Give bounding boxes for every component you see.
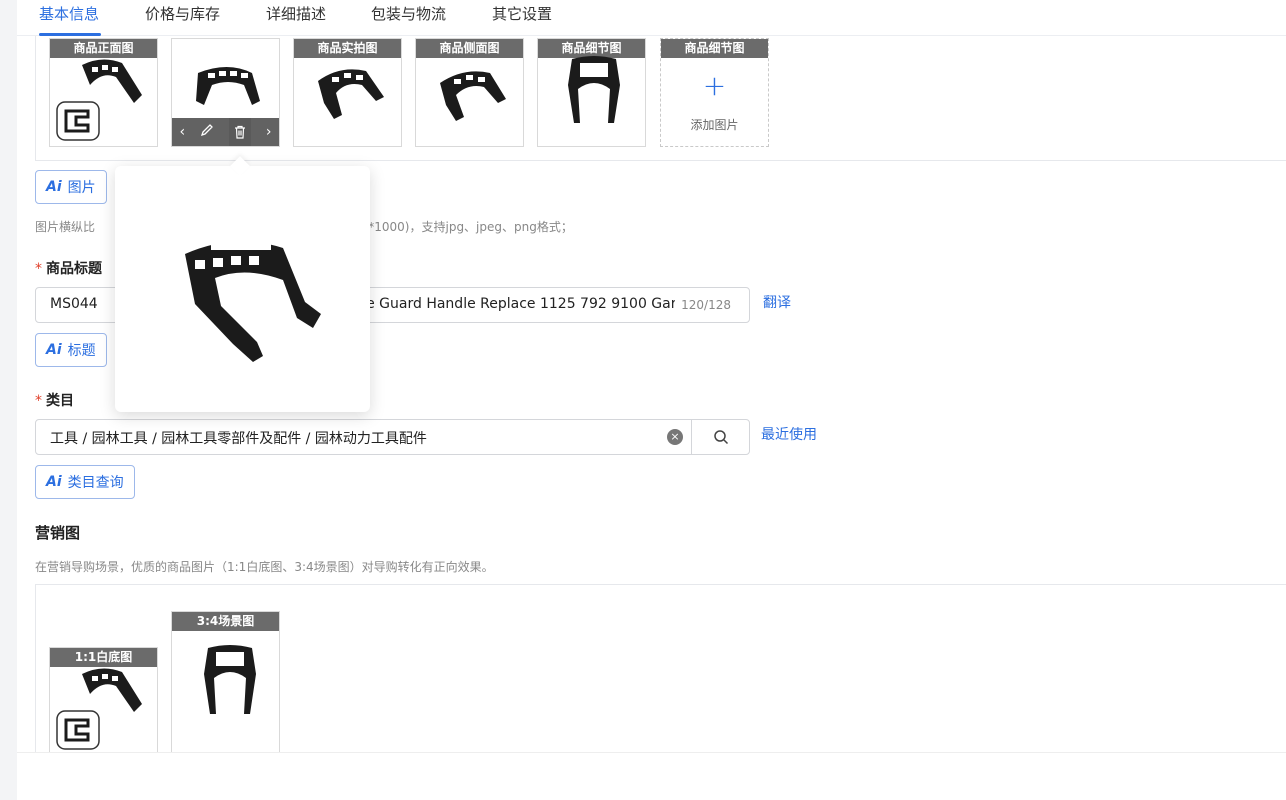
recent-used-link[interactable]: 最近使用 [761, 424, 817, 444]
delete-icon[interactable] [228, 118, 251, 146]
ai-icon: Ai [46, 179, 62, 195]
page-footer [17, 752, 1286, 800]
search-icon [713, 430, 728, 445]
ai-category-label: 类目查询 [67, 475, 124, 491]
category-input[interactable]: 工具 / 园林工具 / 园林工具零部件及配件 / 园林动力工具配件 × [35, 419, 750, 455]
plus-icon: + [702, 69, 727, 102]
marketing-hint: 在营销导购场景，优质的商品图片（1:1白底图、3:4场景图）对导购转化有正向效果… [35, 560, 494, 574]
translate-link[interactable]: 翻译 [763, 292, 791, 312]
tab-price-stock[interactable]: 价格与库存 [145, 3, 220, 24]
product-detail-inset [56, 710, 100, 750]
tab-other-settings[interactable]: 其它设置 [492, 3, 552, 24]
tab-basic-info[interactable]: 基本信息 [39, 3, 99, 24]
required-mark: * [35, 393, 42, 409]
image-thumb-real-shot[interactable]: 商品实拍图 [293, 38, 402, 147]
image-preview-popover [115, 156, 370, 412]
marketing-section-title: 营销图 [35, 524, 81, 542]
product-preview-image [185, 240, 321, 362]
prev-icon[interactable]: ‹ [179, 124, 185, 140]
tab-description[interactable]: 详细描述 [266, 3, 326, 24]
category-value: 工具 / 园林工具 / 园林工具零部件及配件 / 园林动力工具配件 [50, 431, 427, 447]
category-search-button[interactable] [691, 420, 749, 454]
image-thumb-detail[interactable]: 商品细节图 [537, 38, 646, 147]
product-image [204, 645, 256, 714]
title-value-left: MS044 [50, 296, 98, 312]
marketing-thumb-square[interactable]: 1:1白底图 [49, 647, 158, 752]
tab-packaging-logistics[interactable]: 包装与物流 [371, 3, 446, 24]
product-edit-page: 基本信息 价格与库存 详细描述 包装与物流 其它设置 商品正面图 ‹ › 商品实… [17, 0, 1286, 752]
marketing-images-panel: 1:1白底图 3:4场景图 [35, 584, 1286, 752]
product-image [318, 69, 384, 119]
thumb-label: 3:4场景图 [172, 612, 279, 631]
image-thumb-front[interactable]: 商品正面图 [49, 38, 158, 147]
image-thumb-hovered[interactable]: ‹ › [171, 38, 280, 147]
image-thumb-side[interactable]: 商品侧面图 [415, 38, 524, 147]
edit-icon[interactable] [200, 123, 214, 141]
image-hint-right: 50*1000)，支持jpg、jpeg、png格式； [353, 220, 573, 234]
product-images-panel: 商品正面图 ‹ › 商品实拍图 商品侧面图 商品细节图 商品细节图 + 添加图片 [35, 36, 1286, 161]
ai-image-button[interactable]: Ai 图片 [35, 170, 107, 204]
ai-title-button[interactable]: Ai 标题 [35, 333, 107, 367]
product-image [568, 56, 620, 123]
required-mark: * [35, 261, 42, 277]
image-hint-left: 图片横纵比 [35, 220, 96, 234]
thumb-label: 商品实拍图 [294, 39, 401, 58]
ai-title-label: 标题 [67, 343, 96, 359]
thumb-label: 商品细节图 [661, 39, 768, 58]
title-value-right: affle Guard Handle Replace 1125 792 9100… [344, 296, 684, 312]
left-gutter [0, 0, 17, 800]
clear-icon[interactable]: × [667, 429, 683, 445]
next-icon[interactable]: › [266, 124, 272, 140]
ai-icon: Ai [46, 342, 62, 358]
ai-icon: Ai [46, 474, 62, 490]
marketing-thumb-scene[interactable]: 3:4场景图 [171, 611, 280, 752]
ai-category-button[interactable]: Ai 类目查询 [35, 465, 135, 499]
category-field-label: * 类目 [35, 393, 74, 409]
thumb-label: 商品侧面图 [416, 39, 523, 58]
title-char-counter: 120/128 [675, 298, 731, 312]
product-detail-inset [56, 101, 100, 141]
add-image-text: 添加图片 [690, 118, 739, 132]
product-image [196, 67, 260, 105]
tab-bar: 基本信息 价格与库存 详细描述 包装与物流 其它设置 [17, 0, 1286, 36]
add-image-button[interactable]: 商品细节图 + 添加图片 [660, 38, 769, 147]
thumb-toolbar: ‹ › [172, 118, 279, 146]
product-image [440, 71, 506, 121]
ai-image-label: 图片 [67, 180, 96, 196]
title-field-label: * 商品标题 [35, 261, 102, 277]
